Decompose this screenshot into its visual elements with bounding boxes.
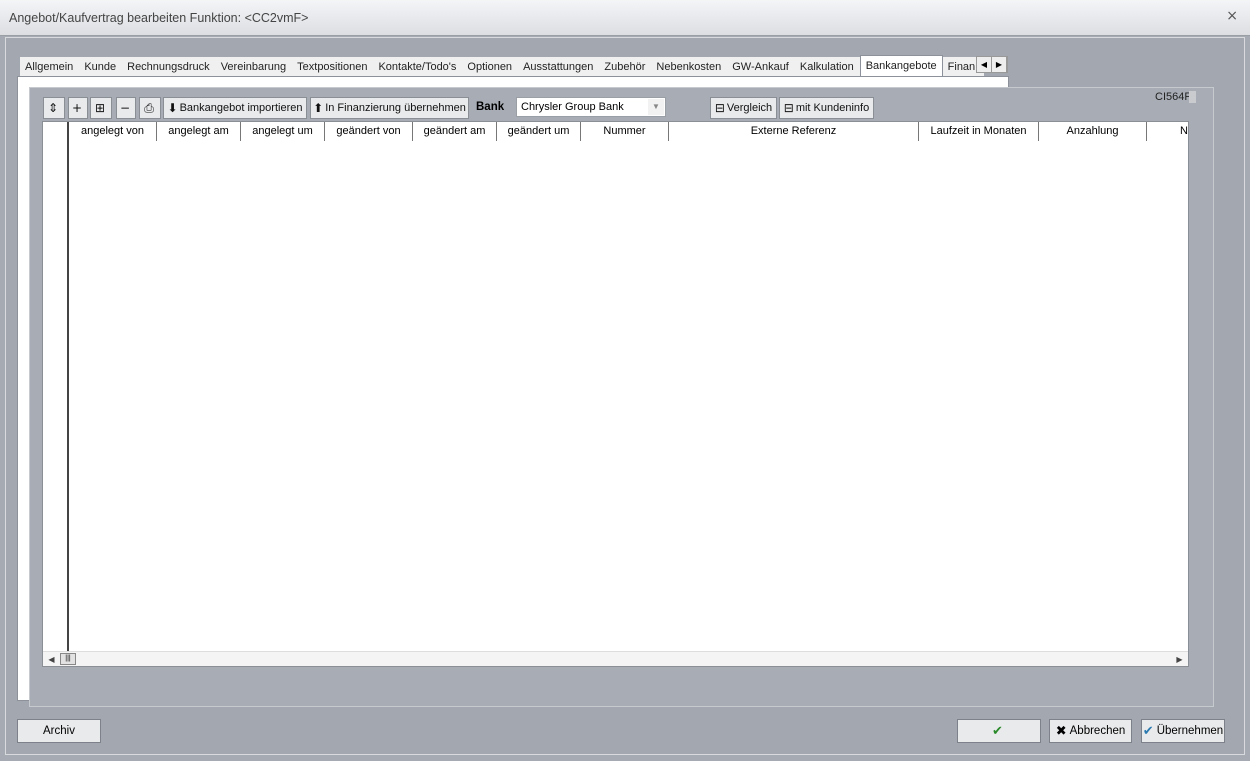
customer-info-label: mit Kundeninfo [795, 102, 870, 114]
tab-textpositionen[interactable]: Textpositionen [292, 57, 374, 77]
tab-strip: Allgemein Kunde Rechnungsdruck Vereinbar… [20, 55, 1010, 77]
scroll-right-icon[interactable]: ▶ [1172, 652, 1187, 666]
tab-bankangebote[interactable]: Bankangebote [859, 55, 943, 77]
tab-kontakte-todos[interactable]: Kontakte/Todo's [373, 57, 463, 77]
scroll-thumb[interactable]: ||| [60, 653, 76, 665]
chevron-down-icon[interactable]: ▼ [648, 99, 664, 115]
tab-zubehoer[interactable]: Zubehör [599, 57, 652, 77]
arrow-up-icon: ⬆ [313, 101, 324, 115]
apply-label: Übernehmen [1156, 725, 1224, 737]
row-indicator-column [43, 122, 69, 652]
compare-label: Vergleich [726, 102, 773, 114]
col-geaendert-um[interactable]: geändert um [497, 122, 581, 141]
edit-button[interactable]: ⊞ [90, 97, 112, 119]
tab-ausstattungen[interactable]: Ausstattungen [518, 57, 600, 77]
col-angelegt-um[interactable]: angelegt um [241, 122, 325, 141]
offers-grid[interactable]: angelegt von angelegt am angelegt um geä… [42, 121, 1189, 667]
customer-info-button[interactable]: ⊟ mit Kundeninfo [779, 97, 874, 119]
archive-button[interactable]: Archiv [17, 719, 101, 743]
horizontal-scrollbar[interactable]: ◀ ||| ▶ [43, 651, 1188, 666]
printer-icon: ⎙ [144, 100, 154, 115]
col-geaendert-von[interactable]: geändert von [325, 122, 413, 141]
cancel-button[interactable]: ✖ Abbrechen [1049, 719, 1132, 743]
x-icon: ✖ [1055, 723, 1067, 739]
apply-button[interactable]: ✔ Übernehmen [1141, 719, 1225, 743]
close-icon[interactable]: × [1226, 8, 1238, 24]
bank-select[interactable]: Chrysler Group Bank ▼ [516, 97, 666, 117]
col-nummer[interactable]: Nummer [581, 122, 669, 141]
title-bar: Angebot/Kaufvertrag bearbeiten Funktion:… [0, 0, 1250, 36]
tab-gw-ankauf[interactable]: GW-Ankauf [727, 57, 795, 77]
compare-tree-icon: ⊟ [714, 101, 725, 115]
transfer-to-financing-label: In Finanzierung übernehmen [325, 102, 466, 114]
arrow-down-icon: ⬇ [167, 101, 178, 115]
ok-check-icon: ✔ [992, 723, 1003, 739]
tab-kalkulation[interactable]: Kalkulation [794, 57, 860, 77]
col-angelegt-am[interactable]: angelegt am [157, 122, 241, 141]
import-offer-button[interactable]: ⬇ Bankangebot importieren [163, 97, 307, 119]
transfer-to-financing-button[interactable]: ⬆ In Finanzierung übernehmen [310, 97, 469, 119]
plus-icon: + [71, 101, 83, 115]
import-offer-label: Bankangebot importieren [179, 102, 303, 114]
compare-button[interactable]: ⊟ Vergleich [710, 97, 777, 119]
col-next[interactable]: N [1147, 122, 1188, 141]
check-icon: ✔ [1142, 723, 1154, 739]
remove-button[interactable]: − [116, 97, 136, 119]
grid-header: angelegt von angelegt am angelegt um geä… [69, 122, 1188, 141]
tab-scroll-right-icon[interactable]: ▶ [992, 57, 1007, 72]
bank-select-value: Chrysler Group Bank [521, 101, 624, 113]
add-button[interactable]: + [68, 97, 88, 119]
col-laufzeit[interactable]: Laufzeit in Monaten [919, 122, 1039, 141]
ok-button[interactable]: ✔ [957, 719, 1041, 743]
col-angelegt-von[interactable]: angelegt von [69, 122, 157, 141]
col-geaendert-am[interactable]: geändert am [413, 122, 497, 141]
col-externe-referenz[interactable]: Externe Referenz [669, 122, 919, 141]
refresh-icon: ⇕ [47, 101, 59, 115]
cancel-label: Abbrechen [1069, 725, 1126, 737]
print-button[interactable]: ⎙ [139, 97, 161, 119]
refresh-button[interactable]: ⇕ [43, 97, 65, 119]
bank-label: Bank [476, 101, 505, 113]
tab-scroll-buttons: ◀ ▶ [976, 56, 1008, 73]
col-anzahlung[interactable]: Anzahlung [1039, 122, 1147, 141]
tab-vereinbarung[interactable]: Vereinbarung [215, 57, 293, 77]
tab-scroll-left-icon[interactable]: ◀ [977, 57, 992, 72]
minus-icon: − [119, 101, 131, 115]
edit-grid-icon: ⊞ [94, 101, 106, 115]
panel-code: CI564F [1155, 91, 1192, 103]
tab-rechnungsdruck[interactable]: Rechnungsdruck [122, 57, 216, 77]
customer-info-tree-icon: ⊟ [783, 101, 794, 115]
archive-label: Archiv [43, 725, 75, 737]
tab-optionen[interactable]: Optionen [462, 57, 519, 77]
tab-kunde[interactable]: Kunde [79, 57, 123, 77]
panel-code-marker [1189, 91, 1196, 103]
scroll-left-icon[interactable]: ◀ [44, 652, 59, 666]
tab-nebenkosten[interactable]: Nebenkosten [651, 57, 728, 77]
window-title: Angebot/Kaufvertrag bearbeiten Funktion:… [9, 11, 309, 25]
tab-allgemein[interactable]: Allgemein [20, 57, 80, 77]
